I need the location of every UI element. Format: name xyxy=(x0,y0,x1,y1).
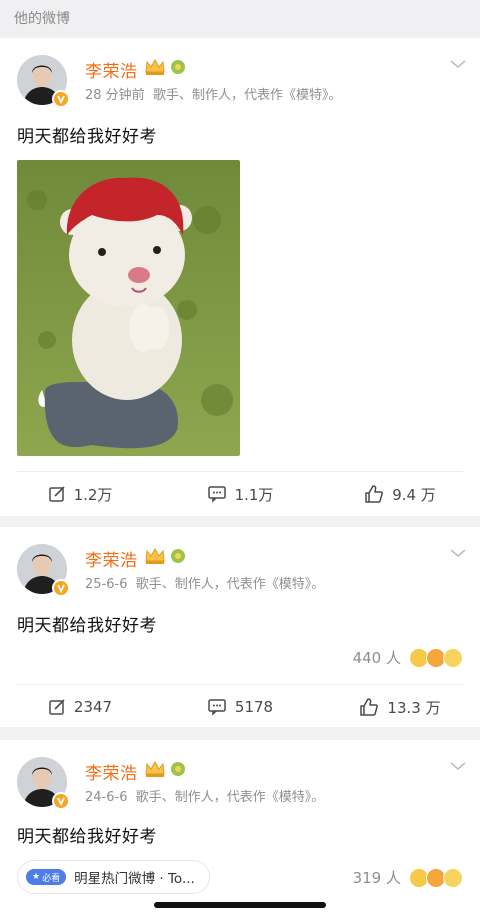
chevron-down-icon[interactable] xyxy=(449,546,467,560)
post-text: 明天都给我好好考 xyxy=(17,616,157,636)
like-count: 9.4 万 xyxy=(392,485,436,504)
action-bar: 2347 5178 13.3 万 xyxy=(0,685,480,729)
post-meta: 24-6-6 歌手、制作人，代表作《模特》。 xyxy=(85,786,324,805)
chevron-down-icon[interactable] xyxy=(449,57,467,71)
like-icon xyxy=(365,485,384,503)
verified-icon xyxy=(52,579,70,597)
comment-icon xyxy=(208,699,226,716)
comment-count: 5178 xyxy=(234,698,274,716)
like-count: 13.3 万 xyxy=(387,698,441,717)
surprised-emoji-icon xyxy=(443,647,463,668)
post-text: 明天都给我好好考 xyxy=(17,127,157,147)
like-icon xyxy=(360,698,379,716)
reactions[interactable]: 319 人 xyxy=(353,867,463,888)
post-header: 李荣浩 28 分钟前 歌手、制作人，代表作《模特》。 xyxy=(17,55,467,108)
post-meta: 25-6-6 歌手、制作人，代表作《模特》。 xyxy=(85,573,324,592)
reactions[interactable]: 440 人 xyxy=(353,647,463,668)
action-bar: 1.2万 1.1万 9.4 万 xyxy=(0,472,480,516)
comment-icon xyxy=(207,486,226,503)
post-time: 25-6-6 xyxy=(85,577,128,592)
section-title: 他的微博 xyxy=(14,11,70,27)
chevron-down-icon[interactable] xyxy=(449,759,467,773)
author-bio: 歌手、制作人，代表作《模特》。 xyxy=(135,790,325,805)
repost-button[interactable]: 2347 xyxy=(0,685,160,729)
post-header: 李荣浩 25-6-6 歌手、制作人，代表作《模特》。 xyxy=(17,544,467,597)
author-name[interactable]: 李荣浩 xyxy=(85,57,138,82)
post-time: 28 分钟前 xyxy=(85,88,145,103)
author-bio: 歌手、制作人，代表作《模特》。 xyxy=(152,88,342,103)
like-button[interactable]: 13.3 万 xyxy=(320,685,480,729)
comment-button[interactable]: 1.1万 xyxy=(160,472,320,516)
section-header: 他的微博 xyxy=(0,0,480,36)
hot-badge-label: 必看 xyxy=(42,873,61,884)
reaction-emojis xyxy=(409,647,463,668)
verified-icon xyxy=(52,90,70,108)
reaction-count: 319 人 xyxy=(352,869,401,887)
reaction-emojis xyxy=(409,867,463,888)
comment-button[interactable]: 5178 xyxy=(160,685,320,729)
crown-icon xyxy=(144,760,166,782)
hot-tag-label: 明星热门微博 · To... xyxy=(74,871,195,887)
repost-count: 2347 xyxy=(73,698,113,716)
star-icon: ★ xyxy=(32,872,41,882)
surprised-emoji-icon xyxy=(443,867,463,888)
repost-icon xyxy=(48,486,65,502)
reaction-count: 440 人 xyxy=(352,649,401,667)
home-indicator[interactable] xyxy=(154,902,326,908)
repost-icon xyxy=(49,699,65,715)
post-image[interactable] xyxy=(17,160,240,456)
crown-icon xyxy=(144,547,166,569)
crown-icon xyxy=(144,58,166,80)
like-button[interactable]: 9.4 万 xyxy=(320,472,480,516)
comment-count: 1.1万 xyxy=(234,485,274,504)
author-name[interactable]: 李荣浩 xyxy=(85,546,138,571)
repost-count: 1.2万 xyxy=(73,485,113,504)
weibo-post[interactable]: 李荣浩 28 分钟前 歌手、制作人，代表作《模特》。 明天都给我好好考 1.2万… xyxy=(0,38,480,516)
author-bio: 歌手、制作人，代表作《模特》。 xyxy=(135,577,325,592)
post-meta: 28 分钟前 歌手、制作人，代表作《模特》。 xyxy=(85,84,341,103)
fan-icon xyxy=(170,761,186,781)
post-header: 李荣浩 24-6-6 歌手、制作人，代表作《模特》。 xyxy=(17,757,467,810)
weibo-post[interactable]: 李荣浩 24-6-6 歌手、制作人，代表作《模特》。 明天都给我好好考 ★ 必看… xyxy=(0,740,480,919)
repost-button[interactable]: 1.2万 xyxy=(0,472,160,516)
post-text: 明天都给我好好考 xyxy=(17,827,157,847)
hot-badge: ★ 必看 xyxy=(26,869,67,885)
post-time: 24-6-6 xyxy=(85,790,128,805)
weibo-post[interactable]: 李荣浩 25-6-6 歌手、制作人，代表作《模特》。 明天都给我好好考 440 … xyxy=(0,527,480,727)
hot-weibo-tag[interactable]: ★ 必看 明星热门微博 · To... xyxy=(17,860,210,894)
author-name[interactable]: 李荣浩 xyxy=(85,759,138,784)
fan-icon xyxy=(170,548,186,568)
verified-icon xyxy=(52,792,70,810)
fan-icon xyxy=(170,59,186,79)
